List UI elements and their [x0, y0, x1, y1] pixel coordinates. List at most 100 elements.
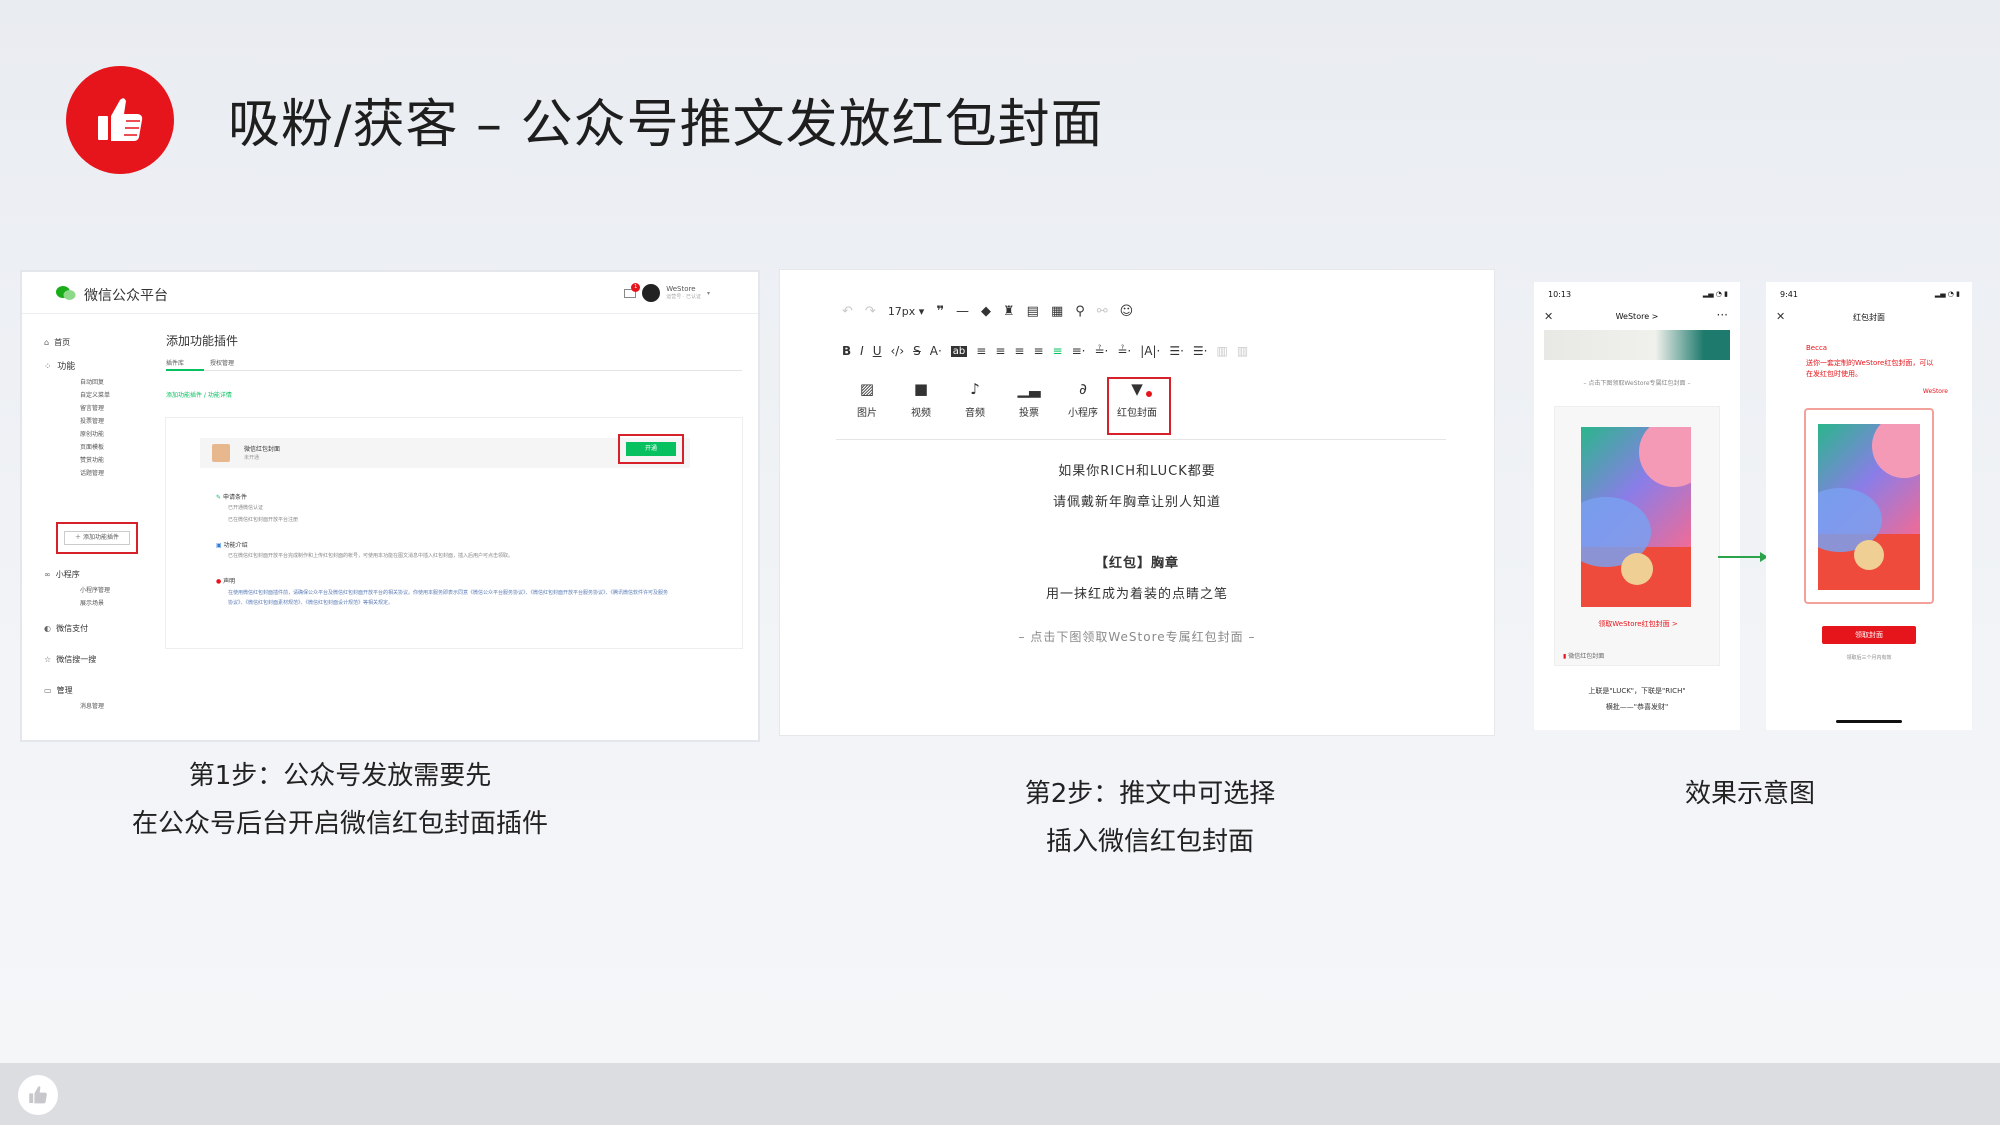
tab-auth-manage[interactable]: 授权管理: [210, 358, 234, 367]
table-icon[interactable]: ▥: [1216, 344, 1227, 358]
template-icon[interactable]: ▤: [1027, 304, 1039, 319]
avatar[interactable]: [642, 284, 661, 302]
expire-text: 领取后三个月内有效: [1846, 655, 1892, 661]
italic-icon[interactable]: I: [860, 344, 864, 358]
cover-frame: [1804, 408, 1934, 604]
status-time: 9:41: [1780, 290, 1798, 299]
breadcrumb[interactable]: 添加功能插件 / 功能详情: [166, 390, 232, 399]
sidebar-item-custom-menu[interactable]: 自定义菜单: [44, 389, 154, 402]
insert-video[interactable]: ■ 视频: [894, 380, 948, 419]
microphone-icon: ♪: [970, 380, 980, 398]
open-button[interactable]: 开通: [626, 442, 676, 456]
slide: 吸粉/获客 – 公众号推文发放红包封面 微信公众平台 1 WeStore 运营号…: [0, 0, 2000, 1063]
mp-brand: 微信公众平台: [84, 288, 168, 304]
mp-header: 微信公众平台 1 WeStore 运营号 · 已认证 ▾: [22, 272, 758, 314]
align-center-icon[interactable]: ≡: [1014, 344, 1024, 358]
font-color-icon[interactable]: A·: [930, 344, 942, 358]
sidebar-item-comments[interactable]: 留言管理: [44, 402, 154, 415]
strikethrough-icon[interactable]: S: [913, 344, 921, 358]
open-button-highlight: 开通: [618, 434, 684, 464]
caption-step2: 第2步：推文中可选择 插入微信红包封面: [1024, 779, 1276, 857]
sidebar-item-search[interactable]: ☆ 微信搜一搜: [44, 653, 154, 666]
spacing-after-icon[interactable]: ≟·: [1117, 344, 1131, 358]
sidebar-item-topics[interactable]: 话题管理: [44, 467, 154, 480]
insert-miniprogram[interactable]: ∂ 小程序: [1056, 380, 1110, 419]
notify-badge: 1: [631, 282, 641, 292]
sidebar-item-manage[interactable]: ▭ 管理: [44, 684, 154, 697]
caption-step1: 第1步：公众号发放需要先 在公众号后台开启微信红包封面插件: [131, 761, 548, 839]
sidebar-item-pay[interactable]: ◐ 微信支付: [44, 622, 154, 635]
letter-spacing-icon[interactable]: |A|·: [1140, 344, 1160, 358]
footer-bar: [0, 1063, 2000, 1125]
sidebar-item-miniprogram[interactable]: ∞ 小程序: [44, 568, 154, 581]
cover-card[interactable]: 领取WeStore红包封面 > ▮ 微信红包封面: [1554, 406, 1720, 666]
align-left-icon[interactable]: ≡: [995, 344, 1005, 358]
sidebar-item-miniprogram-manage[interactable]: 小程序管理: [44, 584, 154, 597]
section-apply: ✎ 申请条件: [216, 494, 247, 501]
format-brush-icon[interactable]: ♜: [1003, 304, 1015, 319]
eraser-icon[interactable]: ◆: [981, 304, 991, 319]
code-icon[interactable]: ‹/›: [891, 344, 905, 358]
sidebar-item-auto-reply[interactable]: 自动回复: [44, 376, 154, 389]
align-justify-icon[interactable]: ≡: [1053, 344, 1063, 358]
tab-plugin-library[interactable]: 插件库: [166, 358, 184, 367]
underline-icon[interactable]: U: [873, 344, 882, 358]
insert-image[interactable]: ▨ 图片: [840, 380, 894, 419]
step2-screenshot: ↶ ↷ 17px ▾ ❞ — ◆ ♜ ▤ ▦ ⚲ ⚯ ☺ B I U ‹/› S…: [780, 270, 1494, 735]
quote-icon[interactable]: ❞: [936, 304, 944, 319]
mp-user[interactable]: 1 WeStore 运营号 · 已认证 ▾: [624, 282, 710, 302]
sidebar-item-templates[interactable]: 页面模板: [44, 441, 154, 454]
more-icon[interactable]: ···: [1717, 308, 1728, 322]
align-right-icon[interactable]: ≡: [1033, 344, 1043, 358]
sidebar-item-votes[interactable]: 投票管理: [44, 415, 154, 428]
unordered-list-icon[interactable]: ☰·: [1193, 344, 1208, 358]
bar-chart-icon: ▁▃: [1017, 380, 1041, 398]
link-icon[interactable]: ⚲: [1075, 304, 1085, 319]
sidebar-item-messages[interactable]: 消息管理: [44, 700, 154, 713]
insert-vote[interactable]: ▁▃ 投票: [1002, 380, 1056, 419]
sidebar-item-original[interactable]: 原创功能: [44, 428, 154, 441]
sidebar-item-home[interactable]: ⌂ 首页: [44, 336, 154, 349]
grid-icon: ⁘: [44, 362, 52, 372]
section-notice: ● 声明: [216, 578, 236, 585]
doc-icon[interactable]: ▦: [1051, 304, 1063, 319]
undo-icon[interactable]: ↶: [842, 304, 853, 319]
add-plugin-highlight: ＋ 添加功能插件: [56, 522, 138, 554]
intro-text: 已在微信红包封面开放平台完成制作和上传红包封面的帐号，可使用本功能在图文消息中插…: [228, 553, 514, 559]
sidebar-item-features[interactable]: ⁘ 功能: [44, 361, 154, 374]
chat-icon: ▭: [44, 686, 52, 695]
claim-link[interactable]: 领取WeStore红包封面 >: [1555, 619, 1721, 629]
article-line: 如果你RICH和LUCK都要: [1058, 464, 1216, 479]
ordered-list-icon[interactable]: ☰·: [1169, 344, 1184, 358]
link-icon: ∞: [44, 570, 51, 579]
sidebar-item-reward[interactable]: 赞赏功能: [44, 454, 154, 467]
font-size-select[interactable]: 17px ▾: [888, 305, 925, 318]
notice-text: 在使用微信红包封面插件前，请确保公众平台及微信红包封面开放平台的相关协议。你使用…: [228, 590, 669, 606]
redo-icon[interactable]: ↷: [865, 304, 876, 319]
indent-icon[interactable]: ≡: [976, 344, 986, 358]
bold-icon[interactable]: B: [842, 344, 851, 358]
chevron-down-icon[interactable]: ▾: [707, 290, 710, 297]
insert-audio[interactable]: ♪ 音频: [948, 380, 1002, 419]
plugin-name: 微信红包封面: [244, 446, 281, 453]
spacing-before-icon[interactable]: ≟·: [1094, 344, 1108, 358]
emoji-icon[interactable]: ☺: [1120, 304, 1134, 319]
page-title: 吸粉/获客 – 公众号推文发放红包封面: [228, 95, 1104, 155]
pencil-icon: ✎: [216, 494, 222, 501]
nav-title[interactable]: WeStore >: [1534, 312, 1740, 321]
red-packet-highlight: [1107, 377, 1171, 435]
claim-button[interactable]: 领取封面: [1822, 626, 1916, 644]
sidebar-item-scenes[interactable]: 展示场景: [44, 597, 154, 610]
hint-text: – 点击下图领取WeStore专属红包封面 –: [1583, 380, 1691, 387]
plugin-card: 微信红包封面 未开通 开通 ✎ 申请条件 已开通微信认证 已在微信红包封面开放平…: [166, 418, 742, 648]
divider-icon[interactable]: —: [956, 304, 969, 319]
warning-icon: ●: [216, 578, 222, 585]
add-plugin-button[interactable]: ＋ 添加功能插件: [64, 531, 130, 545]
line-height-icon[interactable]: ≡·: [1072, 344, 1086, 358]
table-edit-icon[interactable]: ▥: [1237, 344, 1248, 358]
mail-icon[interactable]: 1: [624, 282, 641, 298]
video-icon: ■: [913, 380, 929, 398]
highlight-icon[interactable]: ab: [950, 345, 968, 357]
article-line[interactable]: – 点击下图领取WeStore专属红包封面 –: [780, 628, 1494, 645]
unlink-icon[interactable]: ⚯: [1097, 304, 1108, 319]
